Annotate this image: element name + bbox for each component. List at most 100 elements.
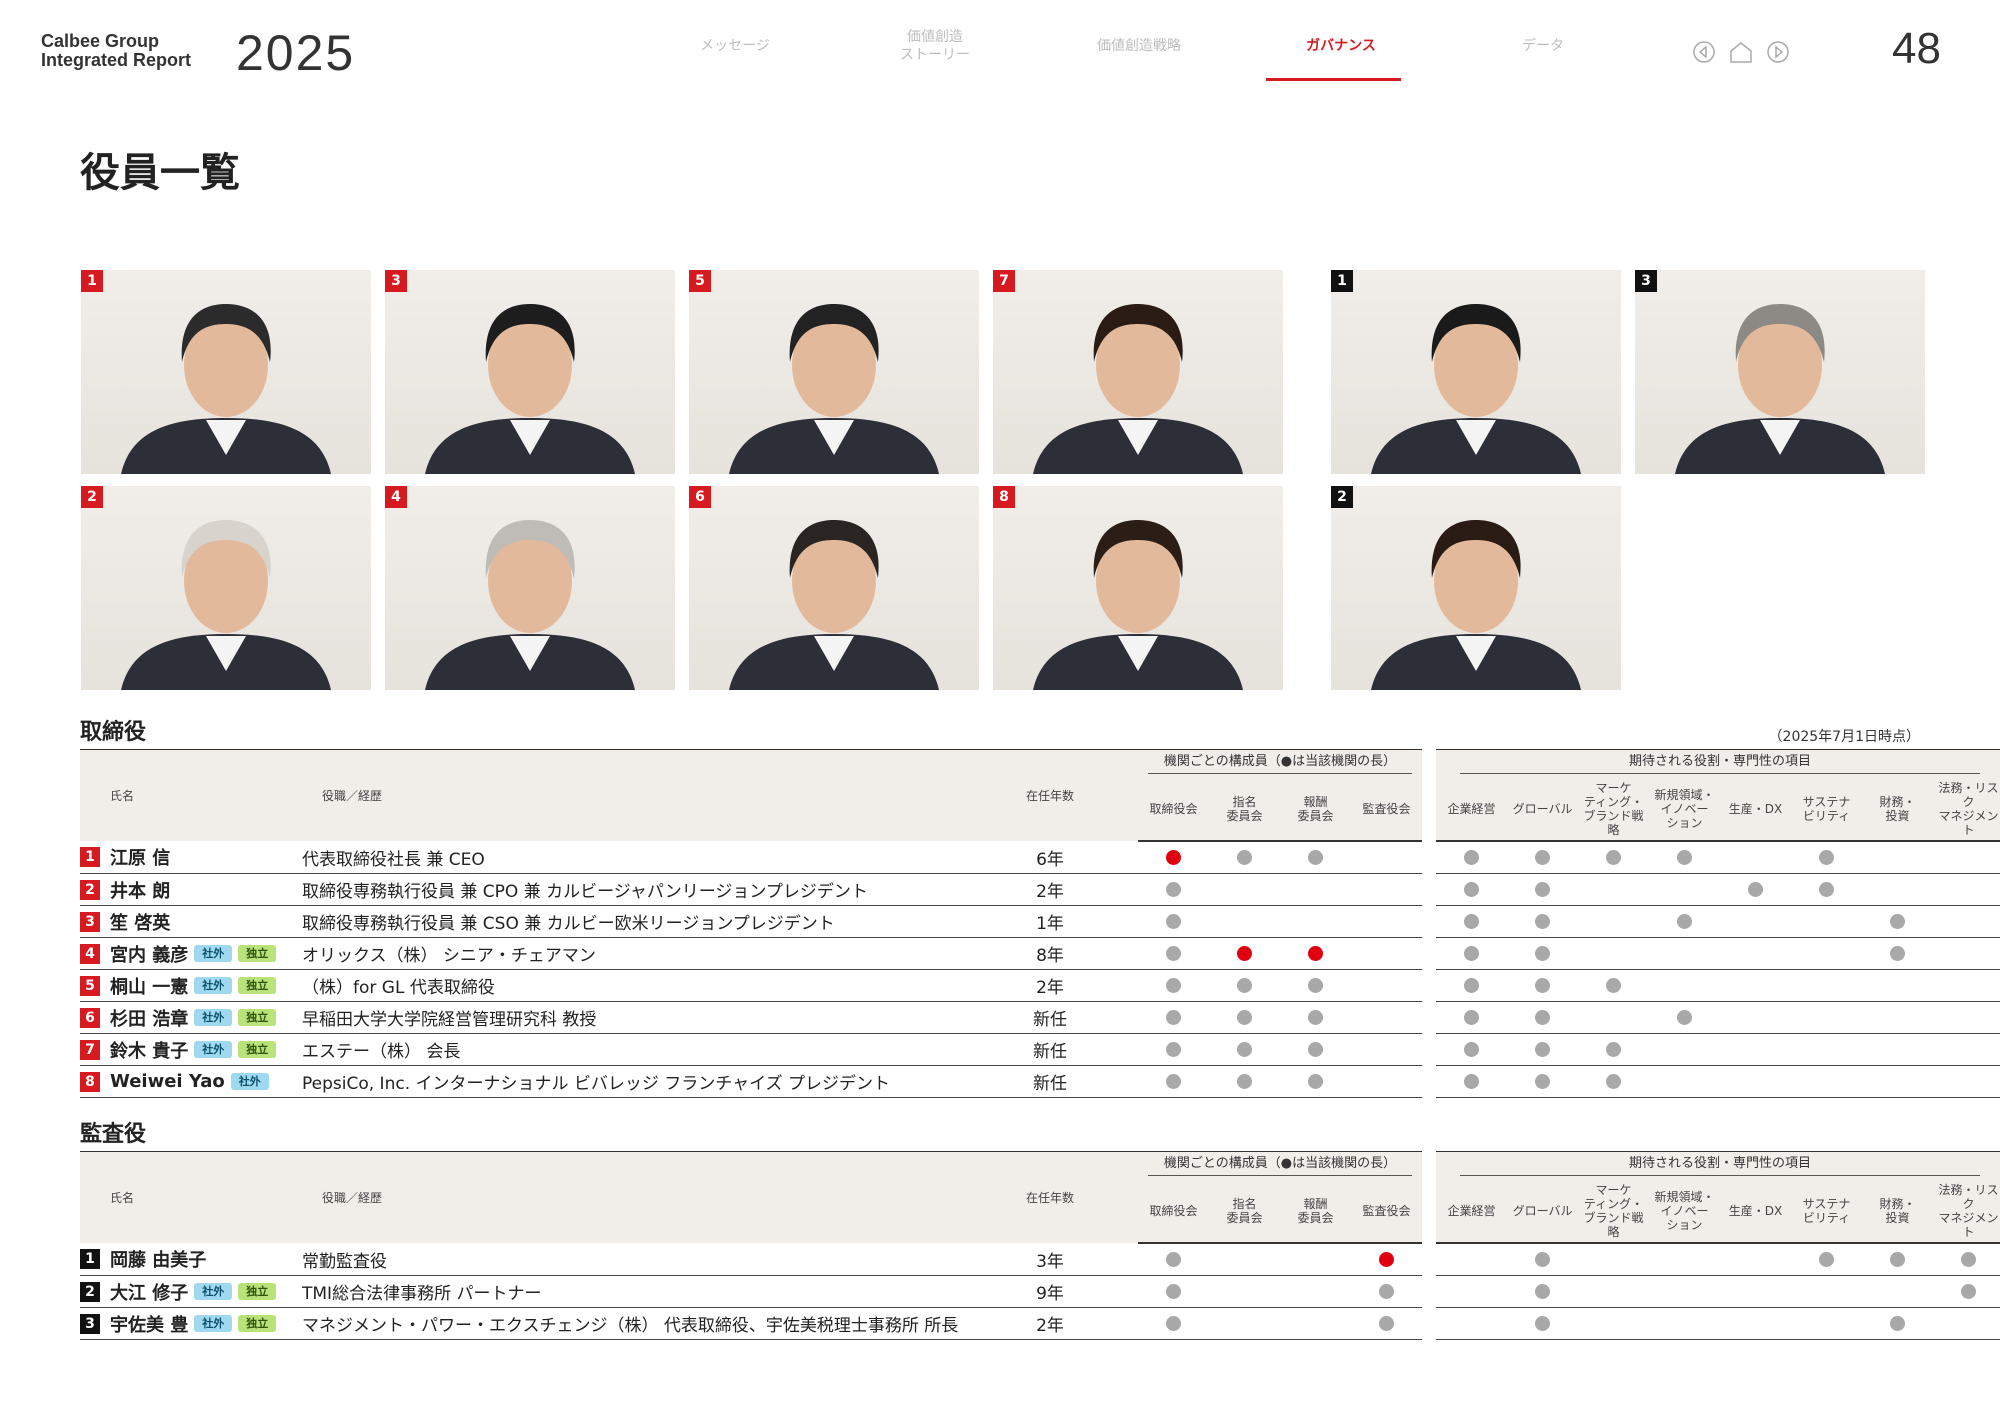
member-number: 2 — [80, 879, 100, 900]
nav-data[interactable]: データ — [1468, 37, 1618, 55]
committee-cell — [1351, 841, 1423, 874]
committee-cell — [1138, 1001, 1209, 1034]
member-dot — [1237, 1042, 1252, 1057]
col-header-tenure: 在任年数 — [962, 1151, 1138, 1243]
member-dot — [1166, 978, 1181, 993]
next-arrow-icon[interactable] — [1766, 40, 1790, 64]
expertise-cell — [1720, 1307, 1792, 1340]
expertise-cell — [1791, 969, 1863, 1002]
col-header-name: 氏名 — [80, 749, 302, 841]
col-header-committee: 報酬 委員会 — [1280, 778, 1351, 842]
expertise-dot — [1819, 850, 1835, 865]
expertise-cell — [1649, 841, 1721, 874]
col-gap — [1422, 905, 1437, 938]
director-photo-number-badge: 7 — [993, 270, 1015, 292]
expertise-cell — [1649, 873, 1721, 906]
col-header-expertise: 企業経営 — [1436, 778, 1508, 842]
home-icon[interactable] — [1729, 40, 1753, 64]
committee-cell — [1351, 1307, 1423, 1340]
expertise-cell — [1436, 873, 1508, 906]
expertise-cell — [1649, 1243, 1721, 1276]
expertise-cell — [1436, 1033, 1508, 1066]
director-photo-1: 1 — [81, 270, 371, 474]
committee-cell — [1351, 1033, 1423, 1066]
outside-director-tag: 社外 — [194, 1041, 233, 1058]
committee-cell — [1138, 1307, 1209, 1340]
col-header-expertise: 財務・ 投資 — [1862, 1180, 1934, 1244]
committee-cell — [1209, 1307, 1280, 1340]
independent-tag: 独立 — [238, 945, 277, 962]
outside-director-tag: 社外 — [194, 945, 233, 962]
col-gap — [1422, 1151, 1437, 1243]
expertise-cell — [1578, 905, 1650, 938]
expertise-cell — [1649, 1065, 1721, 1098]
expertise-dot — [1535, 882, 1551, 897]
member-name: 笙 啓英 — [110, 912, 171, 934]
col-gap — [1422, 1033, 1437, 1066]
member-dot — [1379, 1284, 1395, 1299]
expertise-cell — [1436, 1001, 1508, 1034]
expertise-dot — [1464, 946, 1480, 961]
col-header-committee: 指名 委員会 — [1209, 778, 1280, 842]
expertise-dot — [1535, 850, 1551, 865]
col-header-expertise: グローバル — [1507, 1180, 1579, 1244]
nav-message[interactable]: メッセージ — [660, 37, 810, 55]
member-number: 1 — [80, 847, 100, 867]
auditor-photo-3: 2 — [1331, 486, 1621, 690]
table-row: 6 杉田 浩章 社外 独立 早稲田大学大学院経営管理研究科 教授 新任 — [80, 1001, 2000, 1034]
member-dot — [1166, 1252, 1181, 1267]
expertise-cell — [1649, 905, 1721, 938]
member-dot — [1308, 1074, 1323, 1089]
tenure-cell: 3年 — [962, 1243, 1138, 1276]
member-number: 3 — [80, 1313, 100, 1334]
prev-arrow-icon[interactable] — [1692, 40, 1716, 64]
expertise-cell — [1507, 841, 1579, 874]
page-number: 48 — [1892, 24, 1941, 73]
col-header-expertise: 新規領域・ イノベー ション — [1649, 778, 1721, 842]
member-name: 宇佐美 豊 — [110, 1314, 189, 1336]
name-cell: 3 宇佐美 豊社外 独立 — [80, 1307, 302, 1340]
committee-cell — [1209, 1001, 1280, 1034]
nav-value-strategy[interactable]: 価値創造戦略 — [1064, 37, 1214, 55]
expertise-cell — [1436, 841, 1508, 874]
nav-governance[interactable]: ガバナンス — [1266, 37, 1416, 55]
col-header-expertise: 財務・ 投資 — [1862, 778, 1934, 842]
role-cell: （株）for GL 代表取締役 — [302, 969, 962, 1002]
role-cell: オリックス（株） シニア・チェアマン — [302, 937, 962, 970]
outside-director-tag: 社外 — [194, 1283, 233, 1300]
table-row: 1 岡藤 由美子 常勤監査役 3年 — [80, 1243, 2000, 1276]
expertise-cell — [1933, 1307, 2000, 1340]
tenure-cell: 1年 — [962, 905, 1138, 938]
expertise-dot — [1961, 1284, 1977, 1299]
expertise-cell — [1720, 905, 1792, 938]
member-name: 宮内 義彦 — [110, 944, 189, 966]
director-photo-number-badge: 3 — [385, 270, 407, 292]
col-group-expertise: 期待される役割・専門性の項目 — [1436, 1151, 2000, 1180]
committee-cell — [1209, 873, 1280, 906]
expertise-cell — [1507, 1033, 1579, 1066]
expertise-cell — [1862, 937, 1934, 970]
committee-cell — [1209, 905, 1280, 938]
nav-value-story[interactable]: 価値創造 ストーリー — [860, 28, 1010, 64]
independent-tag: 独立 — [238, 1283, 277, 1300]
expertise-cell — [1862, 1307, 1934, 1340]
expertise-cell — [1578, 1001, 1650, 1034]
expertise-dot — [1890, 914, 1906, 929]
committee-cell — [1138, 841, 1209, 874]
expertise-cell — [1933, 1065, 2000, 1098]
name-cell: 8 Weiwei Yao 社外 — [80, 1065, 302, 1098]
expertise-cell — [1720, 1065, 1792, 1098]
role-cell: 取締役専務執行役員 兼 CPO 兼 カルビージャパンリージョンプレジデント — [302, 873, 962, 906]
committee-cell — [1280, 1307, 1351, 1340]
member-dot — [1166, 946, 1181, 961]
expertise-cell — [1507, 1243, 1579, 1276]
col-header-expertise: マーケ ティング・ ブランド戦略 — [1578, 778, 1650, 842]
page-title: 役員一覧 — [80, 150, 240, 196]
expertise-cell — [1933, 1275, 2000, 1308]
col-gap — [1422, 1243, 1437, 1276]
expertise-cell — [1933, 1033, 2000, 1066]
member-dot — [1237, 978, 1252, 993]
expertise-cell — [1791, 873, 1863, 906]
expertise-cell — [1791, 1065, 1863, 1098]
committee-cell — [1138, 1065, 1209, 1098]
